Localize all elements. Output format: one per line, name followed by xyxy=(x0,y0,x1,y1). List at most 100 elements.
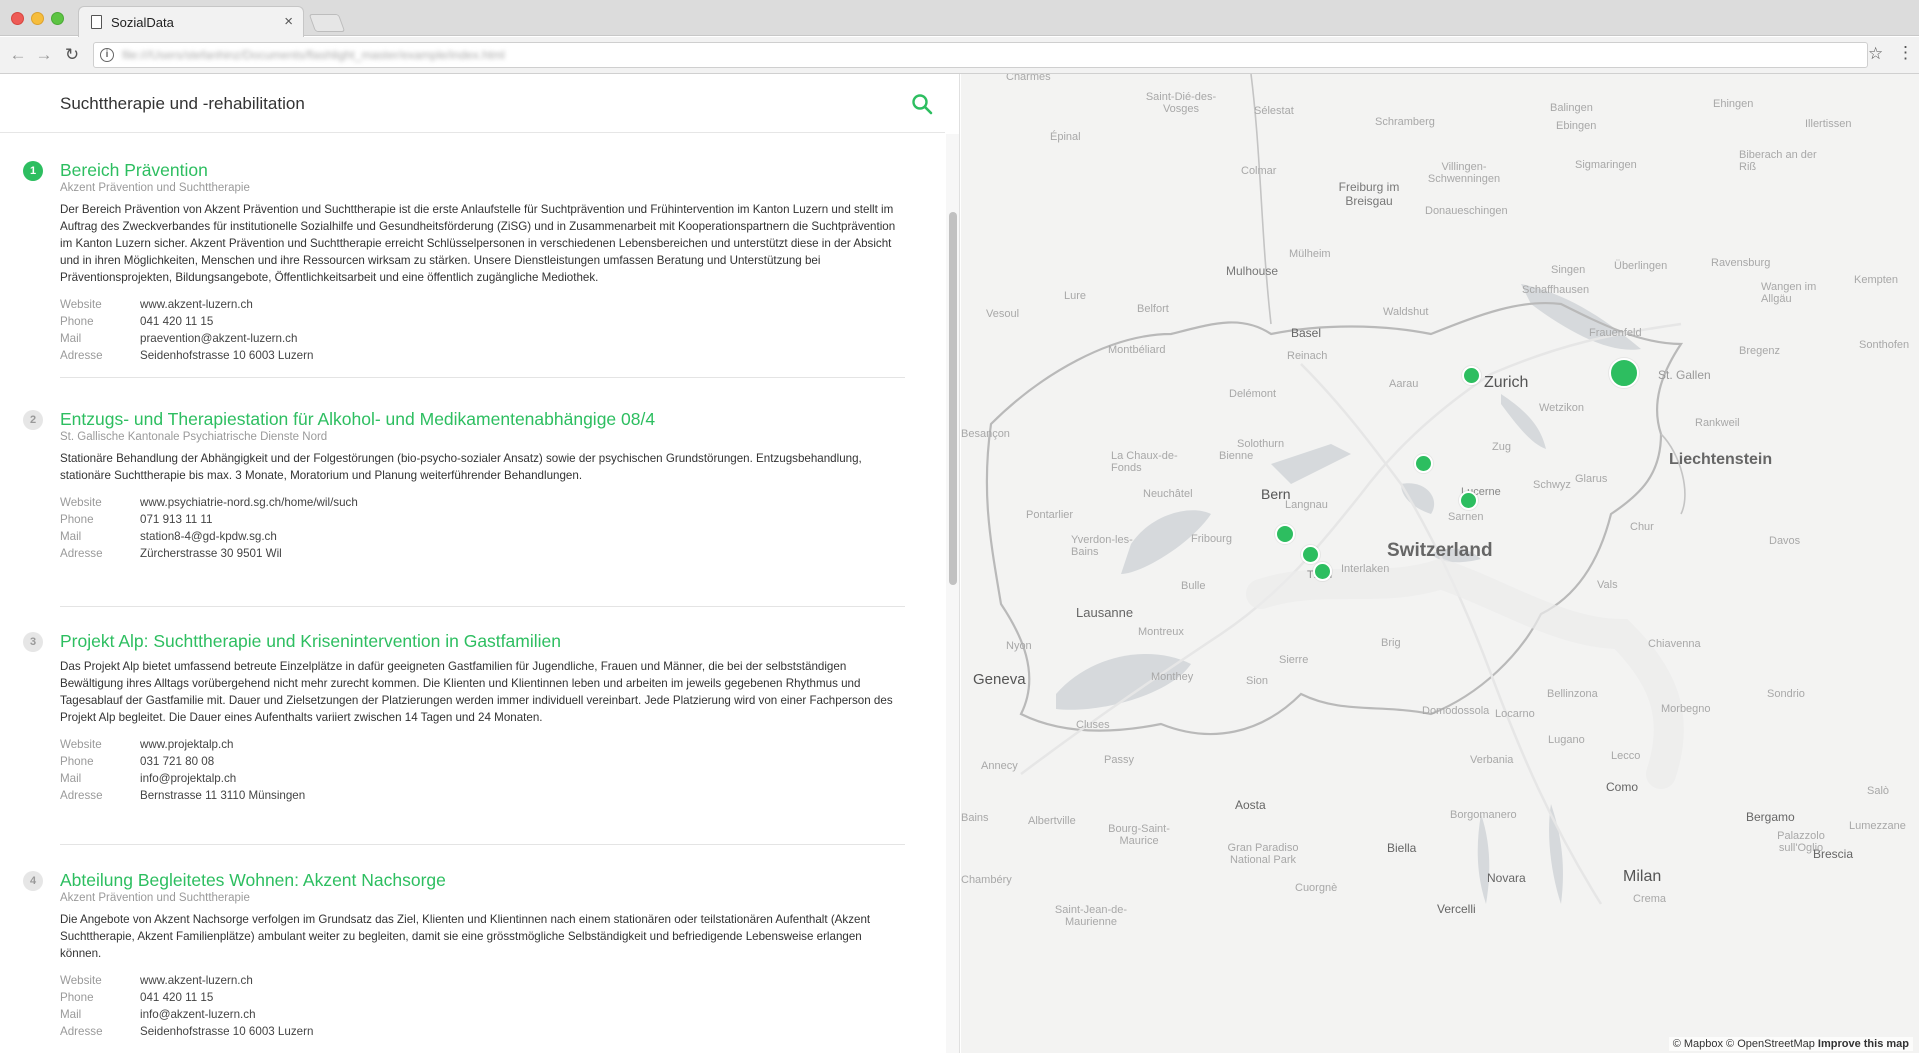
map-marker[interactable] xyxy=(1313,562,1332,581)
map-label: Rankweil xyxy=(1695,417,1740,429)
city-label-lausanne: Lausanne xyxy=(1076,605,1134,620)
map-label: Mulhouse xyxy=(1226,264,1279,278)
entry-title[interactable]: Entzugs- und Therapiestation für Alkohol… xyxy=(60,408,905,430)
map-marker[interactable] xyxy=(1301,545,1320,564)
result-number-badge: 3 xyxy=(23,632,43,652)
entry-subtitle: Akzent Prävention und Suchttherapie xyxy=(60,182,250,194)
map-label: Palazzolo sull'Oglio xyxy=(1777,830,1825,854)
back-icon[interactable]: ← xyxy=(8,45,28,65)
entry-title[interactable]: Abteilung Begleitetes Wohnen: Akzent Nac… xyxy=(60,869,905,891)
map-label: Saint-Jean-de-Maurienne xyxy=(1054,904,1128,928)
list-item[interactable]: 2 Entzugs- und Therapiestation für Alkoh… xyxy=(23,408,905,607)
map-label: Singen xyxy=(1551,264,1586,276)
phone-label: Phone xyxy=(60,315,94,328)
map-label: Sondrio xyxy=(1767,688,1805,700)
map-label: Davos xyxy=(1769,535,1801,547)
improve-map-link[interactable]: Improve this map xyxy=(1818,1038,1909,1050)
document-icon xyxy=(91,15,102,29)
map-label: Bergamo xyxy=(1746,810,1795,824)
info-icon[interactable]: i xyxy=(100,48,114,62)
mail-value[interactable]: info@projektalp.ch xyxy=(140,770,236,787)
map-label: Waldshut xyxy=(1383,306,1429,318)
results-header: Suchttherapie und -rehabilitation xyxy=(0,74,945,133)
maximize-window-button[interactable] xyxy=(51,12,64,25)
map-label: Schwyz xyxy=(1533,479,1571,491)
map-label: St. Gallen xyxy=(1658,368,1711,382)
map-label: Chur xyxy=(1630,521,1654,533)
list-item[interactable]: 1 Bereich Prävention Akzent Prävention u… xyxy=(23,159,905,378)
map-label: Kempten xyxy=(1854,274,1899,286)
map-label: Überlingen xyxy=(1614,260,1668,272)
entry-description: Der Bereich Prävention von Akzent Präven… xyxy=(60,203,896,284)
list-item[interactable]: 4 Abteilung Begleitetes Wohnen: Akzent N… xyxy=(23,869,905,1053)
map-label: Como xyxy=(1606,780,1639,794)
map-label: Sion xyxy=(1246,675,1269,687)
new-tab-button[interactable] xyxy=(308,14,346,32)
map-label: Balingen xyxy=(1550,102,1593,114)
website-value[interactable]: www.psychiatrie-nord.sg.ch/home/wil/such xyxy=(140,494,358,511)
map-label: Sierre xyxy=(1279,654,1309,666)
website-value[interactable]: www.akzent-luzern.ch xyxy=(140,972,253,989)
browser-tab[interactable]: SozialData × xyxy=(78,6,304,37)
close-window-button[interactable] xyxy=(11,12,24,25)
attribution-text[interactable]: © Mapbox © OpenStreetMap xyxy=(1673,1038,1815,1050)
map-label: Bellinzona xyxy=(1547,688,1598,700)
scrollbar[interactable] xyxy=(946,134,959,1053)
results-list: 1 Bereich Prävention Akzent Prävention u… xyxy=(0,159,945,1053)
map-label: Belfort xyxy=(1137,303,1169,315)
map-marker[interactable] xyxy=(1414,454,1433,473)
map-label: Borgomanero xyxy=(1450,809,1517,821)
entry-title[interactable]: Bereich Prävention xyxy=(60,159,905,181)
map-label: Gran Paradiso National Park xyxy=(1227,842,1299,866)
map-label: Illertissen xyxy=(1805,118,1852,130)
browser-menu-icon[interactable]: ⋮ xyxy=(1897,43,1914,63)
address-value: Bernstrasse 11 3110 Münsingen xyxy=(140,789,306,802)
map-label: Sarnen xyxy=(1448,511,1484,523)
phone-value: 041 420 11 15 xyxy=(140,315,214,328)
map-label: Ravensburg xyxy=(1711,257,1771,269)
search-icon[interactable] xyxy=(910,92,934,116)
map-label: La Chaux-de-Fonds xyxy=(1111,450,1178,474)
url-text[interactable]: file:///Users/stefanhinz/Documents/flash… xyxy=(122,48,505,62)
map-label: Freiburg im Breisgau xyxy=(1338,180,1400,208)
forward-icon[interactable]: → xyxy=(34,45,54,65)
entry-details: Website www.psychiatrie-nord.sg.ch/home/w… xyxy=(60,494,905,562)
map-label: Reinach xyxy=(1287,350,1328,362)
result-number-badge: 2 xyxy=(23,410,43,430)
mail-value[interactable]: praevention@akzent-luzern.ch xyxy=(140,330,297,347)
result-number-badge: 1 xyxy=(23,161,43,181)
map-marker[interactable] xyxy=(1609,358,1639,388)
results-panel: Suchttherapie und -rehabilitation 1 Bere… xyxy=(0,74,960,1053)
map-label: Salò xyxy=(1867,785,1890,797)
website-value[interactable]: www.akzent-luzern.ch xyxy=(140,296,253,313)
city-label-zurich: Zurich xyxy=(1484,374,1529,391)
map-label: Wangen im Allgäu xyxy=(1761,281,1817,305)
map-label: Sélestat xyxy=(1254,105,1294,117)
map-label: Bienne xyxy=(1219,450,1254,462)
map-label: Sigmaringen xyxy=(1575,159,1637,171)
tab-close-icon[interactable]: × xyxy=(284,13,293,30)
address-bar[interactable]: i file:///Users/stefanhinz/Documents/fla… xyxy=(93,42,1868,68)
minimize-window-button[interactable] xyxy=(31,12,44,25)
map-label: Schramberg xyxy=(1375,116,1435,128)
phone-value: 041 420 11 15 xyxy=(140,991,214,1004)
map-marker[interactable] xyxy=(1275,524,1295,544)
map-label: Mülheim xyxy=(1289,248,1331,260)
mail-value[interactable]: station8-4@gd-kpdw.sg.ch xyxy=(140,528,277,545)
mail-value[interactable]: info@akzent-luzern.ch xyxy=(140,1006,256,1023)
map-label: Passy xyxy=(1104,754,1134,766)
map-marker[interactable] xyxy=(1459,491,1478,510)
website-label: Website xyxy=(60,974,102,987)
website-value[interactable]: www.projektalp.ch xyxy=(140,736,233,753)
map-view[interactable]: Charmes Saint-Dié-des-Vosges Sélestat Sc… xyxy=(961,74,1919,1053)
map-label: Ehingen xyxy=(1713,98,1754,110)
map-label: Saint-Dié-des-Vosges xyxy=(1145,91,1217,115)
list-item[interactable]: 3 Projekt Alp: Suchttherapie und Kriseni… xyxy=(23,630,905,845)
mail-label: Mail xyxy=(60,772,82,785)
entry-title[interactable]: Projekt Alp: Suchttherapie und Krisenint… xyxy=(60,630,905,652)
scrollbar-thumb[interactable] xyxy=(949,212,957,585)
bookmark-star-icon[interactable]: ☆ xyxy=(1868,44,1883,64)
map-marker[interactable] xyxy=(1462,366,1481,385)
reload-icon[interactable]: ↻ xyxy=(62,45,82,65)
map-label: Chiavenna xyxy=(1648,638,1701,650)
